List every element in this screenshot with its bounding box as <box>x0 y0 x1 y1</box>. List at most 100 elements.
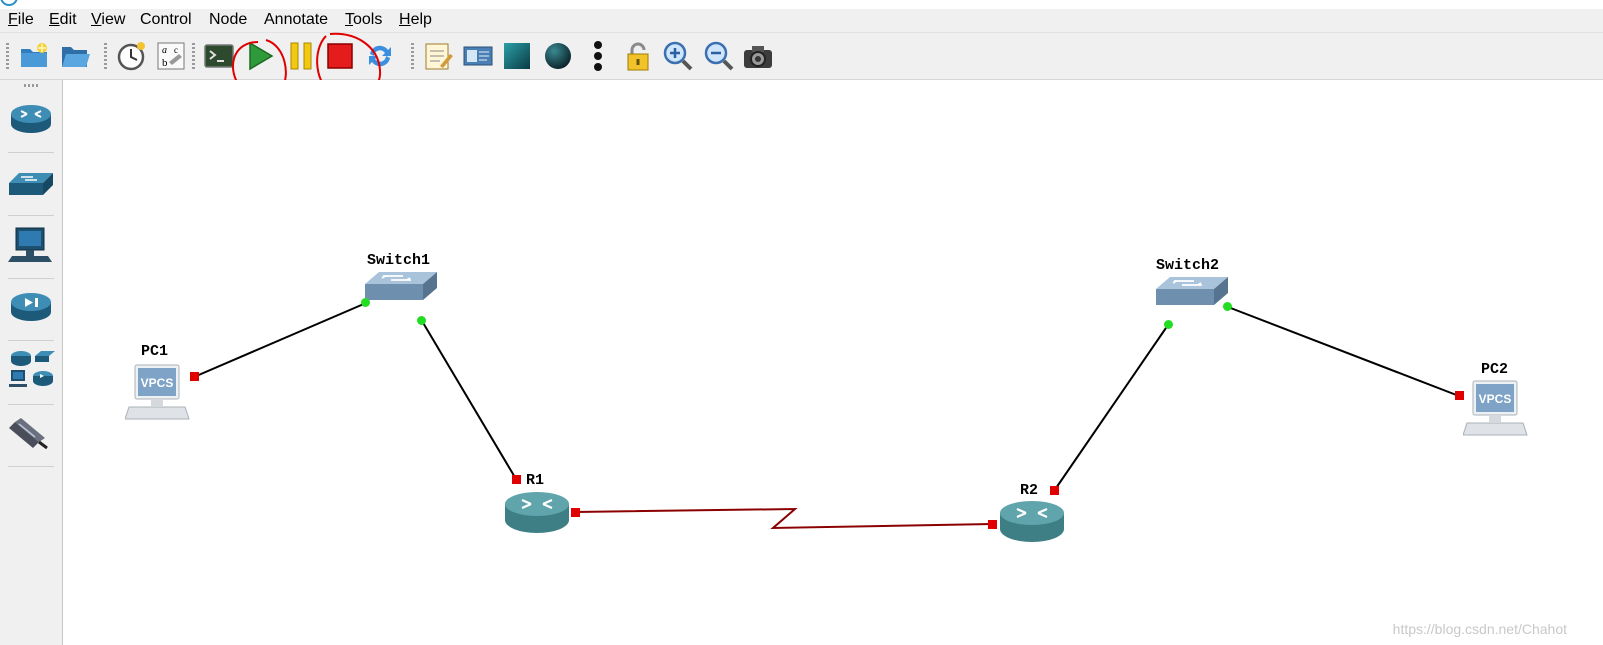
switch-icon <box>9 173 53 195</box>
port-r2-switch2-down <box>1050 486 1059 495</box>
menu-help[interactable]: Help <box>399 11 432 29</box>
svg-text:a: a <box>162 45 167 56</box>
link-switch2-pc2[interactable] <box>1227 306 1460 397</box>
menu-annotate[interactable]: Annotate <box>264 11 328 29</box>
node-pc1[interactable]: VPCS <box>125 363 191 423</box>
insert-picture-button[interactable] <box>460 38 496 74</box>
menu-view[interactable]: View <box>91 11 125 29</box>
browse-routers-button[interactable] <box>4 92 58 148</box>
node-switch1[interactable] <box>363 270 439 306</box>
toolbar-grip[interactable] <box>6 43 9 69</box>
port-switch2-r2-up <box>1164 320 1173 329</box>
ellipse-icon <box>545 43 571 69</box>
console-all-button[interactable] <box>201 38 237 74</box>
reload-all-button[interactable] <box>362 38 398 74</box>
node-pc2[interactable]: VPCS <box>1463 379 1529 439</box>
rectangle-icon <box>504 43 530 69</box>
cable-icon <box>9 418 48 450</box>
lock-items-button[interactable] <box>620 38 656 74</box>
snapshot-button[interactable] <box>113 38 149 74</box>
switch-icon <box>365 272 437 300</box>
link-r1-r2-serial[interactable] <box>574 507 993 530</box>
zoom-in-icon <box>663 41 693 71</box>
add-link-button[interactable] <box>4 406 58 462</box>
link-r2-switch2[interactable] <box>1053 324 1169 492</box>
browse-all-devices-button[interactable] <box>4 342 58 398</box>
reload-icon <box>369 45 391 67</box>
router-icon <box>505 492 569 533</box>
add-note-button[interactable] <box>420 38 456 74</box>
browse-security-devices-button[interactable] <box>4 280 58 336</box>
toolbar-grip[interactable] <box>104 43 107 69</box>
panel-separator <box>8 215 54 216</box>
show-interface-labels-button[interactable]: a c b <box>153 38 189 74</box>
menu-file[interactable]: File <box>8 11 34 29</box>
port-r2-serial-down <box>988 520 997 529</box>
device-panel <box>0 80 63 645</box>
panel-separator <box>8 404 54 405</box>
vertical-dots-icon <box>594 41 602 71</box>
svg-text:b: b <box>162 57 168 69</box>
play-icon <box>249 41 274 71</box>
node-r2[interactable] <box>999 499 1065 545</box>
zoom-out-button[interactable] <box>701 38 737 74</box>
zoom-out-icon <box>704 41 734 71</box>
port-switch2-pc2-up <box>1223 302 1232 311</box>
interface-labels-icon: a c b <box>157 42 185 70</box>
node-label-r2[interactable]: R2 <box>1020 482 1038 499</box>
draw-ellipse-button[interactable] <box>540 38 576 74</box>
topology-canvas[interactable]: PC1 VPCS Switch1 R1 R2 Switch2 PC2 VPCS … <box>63 80 1603 645</box>
port-switch1-r1-up <box>417 316 426 325</box>
browse-switches-button[interactable] <box>4 156 58 212</box>
port-pc2-down <box>1455 391 1464 400</box>
link-switch1-r1[interactable] <box>421 320 517 480</box>
node-label-switch2[interactable]: Switch2 <box>1156 257 1219 274</box>
open-project-button[interactable] <box>57 38 93 74</box>
gns3-logo-icon <box>0 0 18 6</box>
vpcs-icon <box>1463 380 1528 436</box>
menu-control[interactable]: Control <box>140 11 192 29</box>
computer-icon <box>8 227 52 262</box>
node-switch2[interactable] <box>1154 275 1230 311</box>
router-icon <box>11 105 51 133</box>
port-switch1-pc1-up <box>361 298 370 307</box>
title-strip <box>0 0 1603 9</box>
node-r1[interactable] <box>504 490 570 536</box>
browse-end-devices-button[interactable] <box>4 218 58 274</box>
node-label-pc2[interactable]: PC2 <box>1481 361 1508 378</box>
lock-icon <box>627 42 649 71</box>
panel-separator <box>8 466 54 467</box>
router-icon <box>1000 501 1064 542</box>
node-label-pc1[interactable]: PC1 <box>141 343 168 360</box>
draw-rectangle-button[interactable] <box>499 38 535 74</box>
pause-icon <box>290 42 312 70</box>
toolbar-grip[interactable] <box>192 43 195 69</box>
start-all-button[interactable] <box>242 38 278 74</box>
new-project-button[interactable] <box>16 38 52 74</box>
links-layer <box>193 302 1460 530</box>
all-devices-icon <box>9 351 55 387</box>
switch-icon <box>1156 277 1228 305</box>
picture-icon <box>463 46 493 66</box>
clock-icon <box>117 42 145 71</box>
screenshot-button[interactable] <box>740 38 776 74</box>
panel-separator <box>8 340 54 341</box>
suspend-all-button[interactable] <box>283 38 319 74</box>
panel-grip[interactable] <box>24 84 38 87</box>
zoom-in-button[interactable] <box>660 38 696 74</box>
camera-icon <box>744 46 772 68</box>
menu-edit[interactable]: Edit <box>49 11 77 29</box>
toolbar-grip[interactable] <box>411 43 414 69</box>
link-pc1-switch1[interactable] <box>193 302 367 378</box>
vpcs-badge: VPCS <box>1478 392 1512 406</box>
menu-node[interactable]: Node <box>209 11 247 29</box>
open-folder-icon <box>62 47 90 67</box>
menu-tools[interactable]: Tools <box>345 11 382 29</box>
menu-bar: File Edit View Control Node Annotate Too… <box>0 9 1603 33</box>
node-label-r1[interactable]: R1 <box>526 472 544 489</box>
stop-all-button[interactable] <box>322 38 358 74</box>
node-label-switch1[interactable]: Switch1 <box>367 252 430 269</box>
svg-text:c: c <box>174 45 178 55</box>
more-options-button[interactable] <box>580 38 616 74</box>
panel-separator <box>8 152 54 153</box>
